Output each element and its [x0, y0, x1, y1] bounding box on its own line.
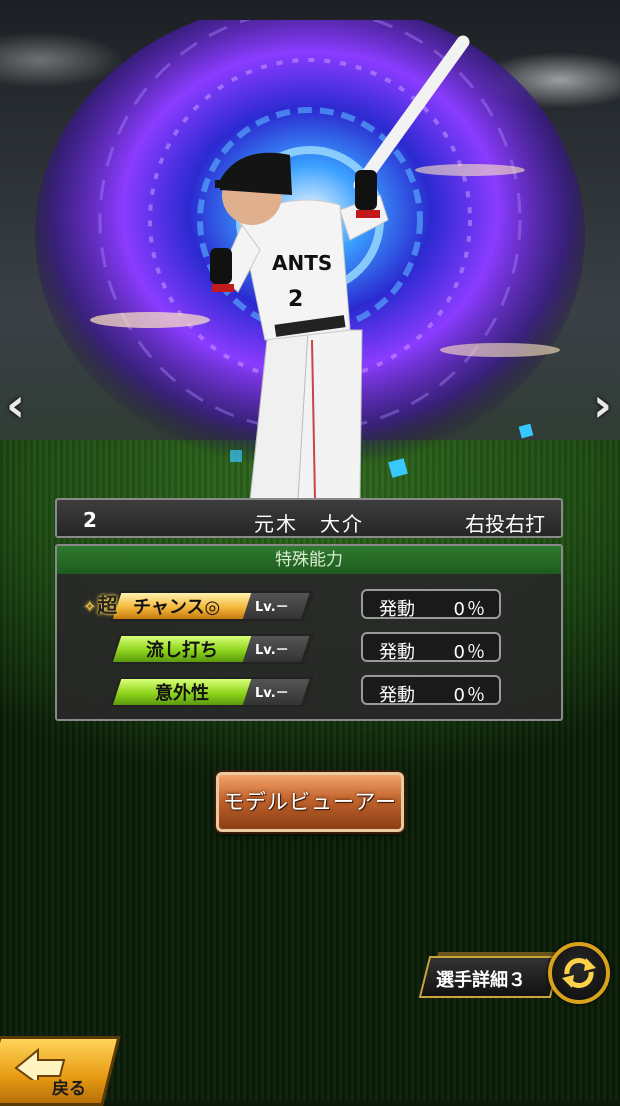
ability-name: チャンス◎ [133, 597, 221, 618]
ability-name: 流し打ち [146, 640, 218, 661]
special-abilities-panel: 特殊能力 ✧超 チャンス◎ Lv.－ 発動 0％ 流し打ち Lv.－ 発動 0％… [55, 544, 563, 721]
back-label[interactable]: 戻る [52, 1074, 86, 1099]
chevron-left-icon[interactable]: ‹ [6, 378, 25, 432]
ability-level: Lv.－ [255, 686, 289, 701]
ability-level: Lv.－ [255, 600, 289, 615]
activation-rate: 発動 0％ [361, 675, 501, 706]
activation-rate: 発動 0％ [361, 632, 501, 663]
ability-name: 意外性 [155, 683, 209, 704]
player-info-bar: 2 元木 大介 右投右打 [55, 498, 563, 538]
activate-rate-value: 0％ [453, 599, 487, 620]
panel-header: 特殊能力 [57, 546, 561, 574]
player-illustration: ANTS 2 [210, 35, 470, 500]
activate-label: 発動 [379, 599, 415, 620]
ability-row: 流し打ち Lv.－ 発動 0％ [57, 632, 561, 664]
ability-row: ✧超 チャンス◎ Lv.－ 発動 0％ [57, 589, 561, 621]
jersey-text: ANTS [272, 251, 332, 275]
grass-field-background [0, 440, 620, 1101]
activate-rate-value: 0％ [453, 642, 487, 663]
activation-rate: 発動 0％ [361, 589, 501, 620]
super-mark: ✧超 [83, 589, 117, 618]
ability-prefix: 超 [97, 593, 118, 617]
ability-row: 意外性 Lv.－ 発動 0％ [57, 675, 561, 707]
ability-level: Lv.－ [255, 643, 289, 658]
activate-label: 発動 [379, 685, 415, 706]
sparkle-icon: ✧ [83, 597, 97, 616]
player-handedness: 右投右打 [465, 512, 545, 536]
activate-label: 発動 [379, 642, 415, 663]
player-detail-label[interactable]: 選手詳細３ [436, 966, 526, 992]
activate-rate-value: 0％ [453, 685, 487, 706]
chevron-right-icon[interactable]: › [593, 378, 612, 432]
jersey-number: 2 [288, 287, 303, 312]
model-viewer-button[interactable]: モデルビューアー [216, 772, 404, 832]
cycle-arrows-icon[interactable] [548, 942, 610, 1004]
